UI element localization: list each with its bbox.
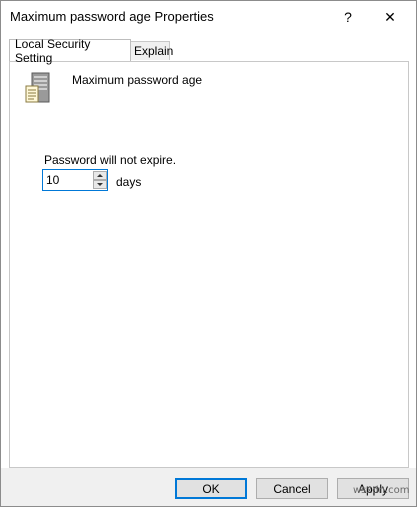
tab-label: Local Security Setting	[15, 36, 91, 65]
tab-explain[interactable]: Explain	[128, 41, 174, 60]
server-icon	[25, 72, 50, 103]
policy-name: Maximum password age	[72, 73, 203, 87]
title-bar: Maximum password age Properties ? ✕	[1, 1, 416, 33]
spin-down-button[interactable]	[93, 180, 107, 189]
tab-label: Explain	[134, 44, 174, 58]
days-unit-label: days	[116, 175, 142, 189]
spin-up-button[interactable]	[93, 171, 107, 180]
close-button[interactable]: ✕	[376, 5, 404, 29]
dialog-footer: OK Cancel Apply wsxdn.com	[1, 468, 416, 506]
cancel-button[interactable]: Cancel	[256, 478, 328, 499]
arrow-up-icon	[97, 174, 103, 177]
window-title: Maximum password age Properties	[10, 9, 214, 24]
watermark: wsxdn.com	[353, 485, 410, 496]
ok-button[interactable]: OK	[175, 478, 247, 499]
days-input[interactable]	[43, 170, 96, 190]
days-spinbox[interactable]	[42, 169, 108, 191]
settings-panel: Maximum password age Password will not e…	[9, 61, 409, 468]
arrow-down-icon	[97, 183, 103, 186]
help-button[interactable]: ?	[334, 5, 362, 29]
password-status-label: Password will not expire.	[44, 153, 177, 167]
tab-strip: Local Security Setting Explain	[9, 37, 409, 65]
close-icon: ✕	[384, 8, 396, 25]
properties-dialog: Maximum password age Properties ? ✕ Loca…	[0, 0, 417, 507]
tab-local-security-setting[interactable]: Local Security Setting	[9, 37, 131, 65]
help-icon: ?	[344, 9, 352, 25]
